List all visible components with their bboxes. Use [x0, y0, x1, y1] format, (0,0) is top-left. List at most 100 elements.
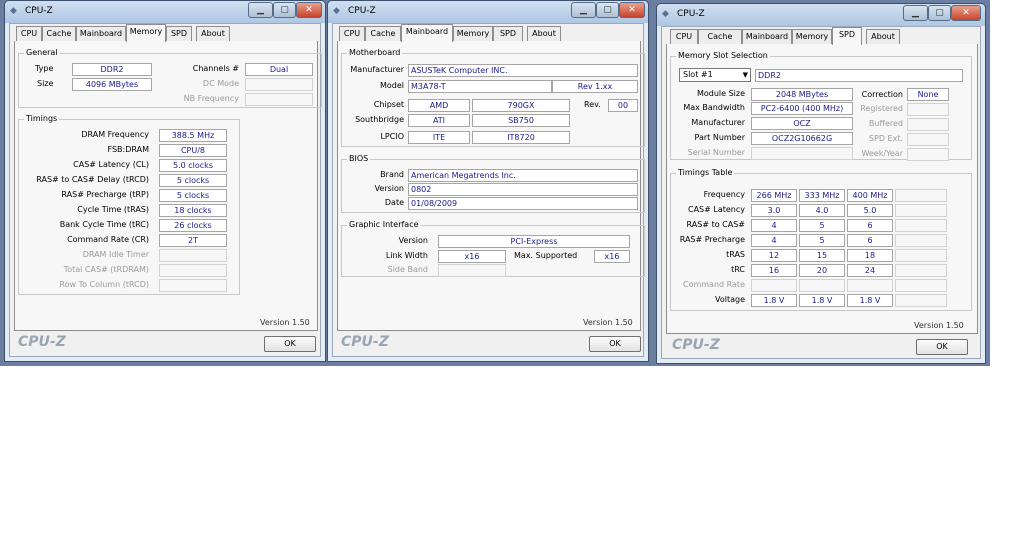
ras-to-cas-400: 6 [847, 219, 893, 232]
slot-select-dropdown[interactable]: Slot #1 ▼ [679, 68, 751, 82]
serial-number-value [751, 147, 853, 160]
tab-spd[interactable]: SPD [493, 26, 523, 41]
cycle-time-value: 18 clocks [159, 204, 227, 217]
module-size-label: Module Size [696, 89, 745, 98]
tab-cpu[interactable]: CPU [670, 29, 698, 44]
timings-group: Timings DRAM Frequency 388.5 MHz FSB:DRA… [18, 114, 240, 295]
fsb-dram-label: FSB:DRAM [107, 145, 150, 154]
command-rate-266 [751, 279, 797, 292]
row-to-column-value [159, 279, 227, 292]
tab-mainboard[interactable]: Mainboard [76, 26, 126, 41]
max-bandwidth-value: PC2-6400 (400 MHz) [751, 102, 853, 115]
title-bar[interactable]: ◆ CPU-Z ▁ ▢ ✕ [5, 1, 325, 23]
tab-memory[interactable]: Memory [453, 26, 493, 41]
bios-brand-label: Brand [380, 170, 404, 179]
size-value: 4096 MBytes [72, 78, 152, 91]
title-bar[interactable]: ◆ CPU-Z ▁ ▢ ✕ [657, 4, 985, 26]
tab-cpu[interactable]: CPU [339, 26, 365, 41]
tab-cache[interactable]: Cache [42, 26, 76, 41]
close-button[interactable]: ✕ [296, 2, 322, 18]
serial-number-label: Serial Number [687, 148, 745, 157]
bios-date-value: 01/08/2009 [408, 197, 638, 210]
registered-value [907, 103, 949, 116]
chipset-model: 790GX [472, 99, 570, 112]
week-year-label: Week/Year [861, 149, 903, 158]
general-group: General Type DDR2 Size 4096 MBytes Chann… [18, 48, 322, 108]
close-button[interactable]: ✕ [951, 5, 981, 21]
trc-extra [895, 264, 947, 277]
ok-button[interactable]: OK [264, 336, 316, 352]
cpuz-logo: CPU-Z [672, 337, 720, 353]
maximize-button[interactable]: ▢ [273, 2, 296, 18]
cpuz-window-mainboard: ◆ CPU-Z ▁ ▢ ✕ CPU Cache Mainboard Memory… [327, 0, 649, 362]
chevron-down-icon: ▼ [742, 71, 748, 79]
part-number-value: OCZ2G10662G [751, 132, 853, 145]
maximize-button[interactable]: ▢ [596, 2, 619, 18]
tab-spd[interactable]: SPD [832, 27, 862, 45]
cpuz-app-icon: ◆ [662, 9, 669, 19]
ras-to-cas-266: 4 [751, 219, 797, 232]
cas-latency-extra [895, 204, 947, 217]
ras-to-cas-333: 5 [799, 219, 845, 232]
maximize-button[interactable]: ▢ [928, 5, 951, 21]
tab-mainboard[interactable]: Mainboard [401, 24, 453, 42]
tab-cache[interactable]: Cache [698, 29, 742, 44]
cpuz-logo: CPU-Z [18, 334, 66, 350]
model-label: Model [379, 81, 404, 90]
client-area: CPU Cache Mainboard Memory SPD About Mot… [332, 23, 645, 357]
ras-precharge-extra [895, 234, 947, 247]
gi-version-label: Version [398, 236, 428, 245]
tras-extra [895, 249, 947, 262]
version-label: Version 1.50 [260, 318, 310, 327]
cpuz-app-icon: ◆ [333, 6, 340, 16]
dram-frequency-label: DRAM Frequency [81, 130, 149, 139]
tab-cpu[interactable]: CPU [16, 26, 42, 41]
dram-idle-timer-value [159, 249, 227, 262]
southbridge-label: Southbridge [355, 115, 404, 124]
buffered-value [907, 118, 949, 131]
close-button[interactable]: ✕ [619, 2, 645, 18]
chipset-vendor: AMD [408, 99, 470, 112]
client-area: CPU Cache Mainboard Memory SPD About Mem… [661, 26, 981, 359]
max-bandwidth-label: Max Bandwidth [683, 103, 745, 112]
tras-400: 18 [847, 249, 893, 262]
frequency-400: 400 MHz [847, 189, 893, 202]
max-supported-label: Max. Supported [514, 251, 578, 260]
command-rate-value: 2T [159, 234, 227, 247]
ras-to-cas-extra [895, 219, 947, 232]
minimize-button[interactable]: ▁ [571, 2, 596, 18]
registered-label: Registered [860, 104, 903, 113]
bios-version-label: Version [374, 184, 404, 193]
correction-label: Correction [861, 90, 903, 99]
dc-mode-value [245, 78, 313, 91]
tab-spd[interactable]: SPD [166, 26, 192, 41]
group-title: BIOS [347, 154, 371, 164]
minimize-button[interactable]: ▁ [248, 2, 273, 18]
channels-value: Dual [245, 63, 313, 76]
ok-button[interactable]: OK [916, 339, 968, 355]
frequency-extra [895, 189, 947, 202]
timings-table-group: Timings Table Frequency 266 MHz 333 MHz … [670, 168, 972, 311]
buffered-label: Buffered [868, 119, 903, 128]
tab-cache[interactable]: Cache [365, 26, 401, 41]
minimize-button[interactable]: ▁ [903, 5, 928, 21]
title-bar[interactable]: ◆ CPU-Z ▁ ▢ ✕ [328, 1, 648, 23]
frequency-label: Frequency [703, 190, 745, 199]
cpuz-window-spd: ◆ CPU-Z ▁ ▢ ✕ CPU Cache Mainboard Memory… [656, 3, 986, 364]
model-value: M3A78-T [408, 80, 552, 93]
window-title: CPU-Z [348, 6, 376, 16]
side-band-value [438, 264, 506, 277]
group-title: Timings [24, 114, 60, 124]
ok-button[interactable]: OK [589, 336, 641, 352]
voltage-label: Voltage [714, 295, 745, 304]
trc-266: 16 [751, 264, 797, 277]
tab-about[interactable]: About [196, 26, 230, 41]
dc-mode-label: DC Mode [202, 79, 239, 88]
graphic-interface-group: Graphic Interface Version PCI-Express Li… [341, 220, 645, 277]
tab-memory[interactable]: Memory [126, 24, 166, 42]
tab-memory[interactable]: Memory [792, 29, 832, 44]
tras-label: tRAS [726, 250, 745, 259]
tab-about[interactable]: About [527, 26, 561, 41]
tab-mainboard[interactable]: Mainboard [742, 29, 792, 44]
tab-about[interactable]: About [866, 29, 900, 44]
